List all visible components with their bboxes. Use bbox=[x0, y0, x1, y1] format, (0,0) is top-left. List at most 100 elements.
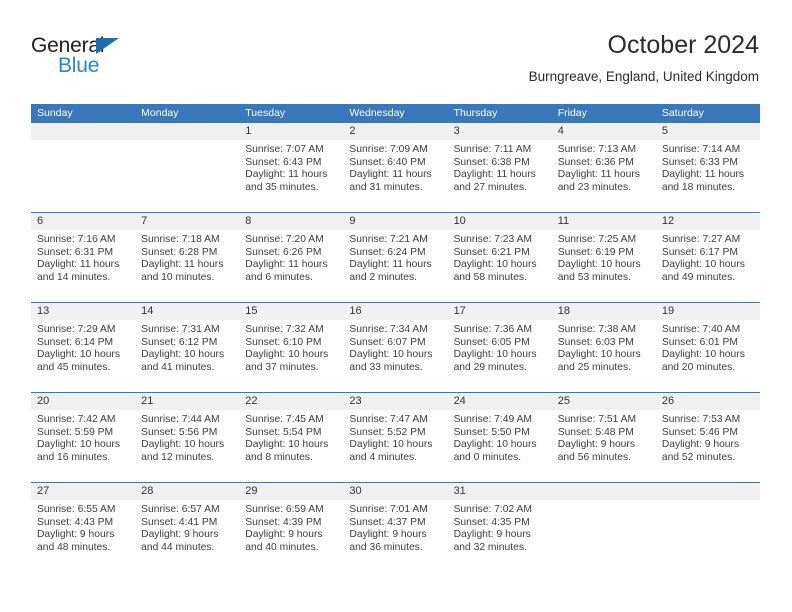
day-cell[interactable]: Sunrise: 7:49 AM Sunset: 5:50 PM Daylight:… bbox=[448, 410, 552, 482]
day-number[interactable]: 25 bbox=[552, 393, 656, 410]
day-detail-line: Daylight: 9 hours bbox=[661, 439, 740, 451]
day-detail-line: and 25 minutes. bbox=[557, 361, 631, 373]
day-number[interactable]: 9 bbox=[343, 213, 447, 230]
day-detail-line: Daylight: 11 hours bbox=[245, 169, 328, 181]
day-number[interactable]: 26 bbox=[656, 393, 760, 410]
day-cell[interactable]: Sunrise: 7:34 AM Sunset: 6:07 PM Daylight:… bbox=[343, 320, 447, 392]
day-number[interactable]: 7 bbox=[135, 213, 239, 230]
day-cell[interactable]: Sunrise: 7:53 AM Sunset: 5:46 PM Daylight:… bbox=[656, 410, 760, 482]
day-cell[interactable]: Sunrise: 7:44 AM Sunset: 5:56 PM Daylight:… bbox=[135, 410, 239, 482]
day-detail-line: and 53 minutes. bbox=[557, 271, 631, 283]
day-cell[interactable]: Sunrise: 6:55 AM Sunset: 4:43 PM Daylight:… bbox=[31, 500, 135, 572]
day-number[interactable]: 23 bbox=[343, 393, 447, 410]
day-detail-line: Sunset: 6:17 PM bbox=[661, 246, 738, 258]
day-detail-line: Sunset: 4:39 PM bbox=[245, 516, 322, 528]
day-cell[interactable]: Sunrise: 7:36 AM Sunset: 6:05 PM Daylight:… bbox=[448, 320, 552, 392]
day-detail-line: Sunset: 6:21 PM bbox=[453, 246, 530, 258]
day-number[interactable]: 5 bbox=[656, 123, 760, 140]
weekday-header-friday: Friday bbox=[557, 107, 587, 119]
day-number[interactable]: 6 bbox=[31, 213, 135, 230]
day-cell[interactable]: Sunrise: 7:11 AM Sunset: 6:38 PM Daylight:… bbox=[448, 140, 552, 212]
day-number[interactable]: 17 bbox=[448, 303, 552, 320]
day-cell[interactable]: Sunrise: 7:38 AM Sunset: 6:03 PM Daylight:… bbox=[552, 320, 656, 392]
day-cell[interactable]: Sunrise: 7:42 AM Sunset: 5:59 PM Daylight:… bbox=[31, 410, 135, 482]
day-cell[interactable]: Sunrise: 7:01 AM Sunset: 4:37 PM Daylight:… bbox=[343, 500, 447, 572]
day-number[interactable]: 4 bbox=[552, 123, 656, 140]
day-cell[interactable]: Sunrise: 7:51 AM Sunset: 5:48 PM Daylight:… bbox=[552, 410, 656, 482]
day-cell[interactable]: Sunrise: 7:18 AM Sunset: 6:28 PM Daylight:… bbox=[135, 230, 239, 302]
day-number[interactable]: 24 bbox=[448, 393, 552, 410]
day-cell[interactable]: Sunrise: 7:14 AM Sunset: 6:33 PM Daylight:… bbox=[656, 140, 760, 212]
day-detail-line: and 4 minutes. bbox=[349, 451, 417, 463]
day-cell[interactable]: Sunrise: 7:27 AM Sunset: 6:17 PM Daylight:… bbox=[656, 230, 760, 302]
day-number[interactable]: 2 bbox=[343, 123, 447, 140]
day-number[interactable]: 27 bbox=[31, 483, 135, 500]
day-cell[interactable]: Sunrise: 6:59 AM Sunset: 4:39 PM Daylight:… bbox=[239, 500, 343, 572]
day-cell-empty bbox=[31, 140, 135, 212]
day-detail-line: Daylight: 9 hours bbox=[141, 529, 219, 541]
general-blue-logo[interactable]: General Blue bbox=[31, 35, 211, 85]
day-detail-line: Sunrise: 7:38 AM bbox=[557, 324, 637, 335]
day-detail-line: Sunrise: 7:09 AM bbox=[349, 144, 428, 155]
day-cell[interactable]: Sunrise: 6:57 AM Sunset: 4:41 PM Daylight:… bbox=[135, 500, 239, 572]
day-cell-empty bbox=[656, 500, 760, 572]
day-number[interactable]: 8 bbox=[239, 213, 343, 230]
day-number[interactable]: 20 bbox=[31, 393, 135, 410]
day-detail-line: and 35 minutes. bbox=[245, 181, 319, 193]
day-cell[interactable]: Sunrise: 7:13 AM Sunset: 6:36 PM Daylight:… bbox=[552, 140, 656, 212]
weekday-header-saturday: Saturday bbox=[661, 107, 704, 119]
day-number[interactable]: 28 bbox=[135, 483, 239, 500]
day-number[interactable]: 10 bbox=[448, 213, 552, 230]
day-detail-line: Sunrise: 6:57 AM bbox=[141, 504, 220, 515]
day-cell[interactable]: Sunrise: 7:02 AM Sunset: 4:35 PM Daylight:… bbox=[448, 500, 552, 572]
day-number[interactable]: 11 bbox=[552, 213, 656, 230]
day-cell[interactable]: Sunrise: 7:29 AM Sunset: 6:14 PM Daylight:… bbox=[31, 320, 135, 392]
day-detail-line: Daylight: 9 hours bbox=[37, 529, 115, 541]
day-detail-line: Sunset: 6:10 PM bbox=[245, 336, 322, 348]
day-cell[interactable]: Sunrise: 7:45 AM Sunset: 5:54 PM Daylight:… bbox=[239, 410, 343, 482]
day-details-band: Sunrise: 7:42 AM Sunset: 5:59 PM Daylight:… bbox=[31, 410, 760, 482]
day-number[interactable]: 14 bbox=[135, 303, 239, 320]
day-number[interactable]: 19 bbox=[656, 303, 760, 320]
day-cell[interactable]: Sunrise: 7:16 AM Sunset: 6:31 PM Daylight:… bbox=[31, 230, 135, 302]
day-number[interactable]: 21 bbox=[135, 393, 239, 410]
day-detail-line: Sunset: 6:12 PM bbox=[141, 336, 218, 348]
day-number[interactable]: 30 bbox=[343, 483, 447, 500]
day-detail-line: Sunset: 6:07 PM bbox=[349, 336, 426, 348]
day-cell[interactable]: Sunrise: 7:40 AM Sunset: 6:01 PM Daylight:… bbox=[656, 320, 760, 392]
day-cell[interactable]: Sunrise: 7:21 AM Sunset: 6:24 PM Daylight:… bbox=[343, 230, 447, 302]
day-cell[interactable]: Sunrise: 7:09 AM Sunset: 6:40 PM Daylight:… bbox=[343, 140, 447, 212]
day-detail-line: and 14 minutes. bbox=[37, 271, 111, 283]
day-cell[interactable]: Sunrise: 7:20 AM Sunset: 6:26 PM Daylight:… bbox=[239, 230, 343, 302]
day-detail-line: Daylight: 11 hours bbox=[349, 169, 432, 181]
weekday-header-wednesday: Wednesday bbox=[349, 107, 405, 119]
day-number[interactable]: 18 bbox=[552, 303, 656, 320]
weekday-header-monday: Monday bbox=[141, 107, 179, 119]
day-number-empty bbox=[552, 483, 656, 500]
day-detail-line: Sunset: 6:36 PM bbox=[557, 156, 634, 168]
day-number[interactable]: 29 bbox=[239, 483, 343, 500]
day-number[interactable]: 16 bbox=[343, 303, 447, 320]
day-number[interactable]: 15 bbox=[239, 303, 343, 320]
day-cell[interactable]: Sunrise: 7:31 AM Sunset: 6:12 PM Daylight:… bbox=[135, 320, 239, 392]
day-detail-line: Sunset: 6:03 PM bbox=[557, 336, 634, 348]
day-number[interactable]: 12 bbox=[656, 213, 760, 230]
day-detail-line: Sunrise: 7:42 AM bbox=[37, 414, 116, 425]
day-detail-line: and 48 minutes. bbox=[37, 541, 111, 553]
day-detail-line: and 31 minutes. bbox=[349, 181, 423, 193]
day-number[interactable]: 1 bbox=[239, 123, 343, 140]
day-cell[interactable]: Sunrise: 7:23 AM Sunset: 6:21 PM Daylight:… bbox=[448, 230, 552, 302]
title-block: October 2024 Burngreave, England, United… bbox=[529, 30, 759, 87]
day-number[interactable]: 3 bbox=[448, 123, 552, 140]
day-detail-line: and 12 minutes. bbox=[141, 451, 215, 463]
day-detail-line: Daylight: 10 hours bbox=[661, 259, 745, 271]
day-number[interactable]: 13 bbox=[31, 303, 135, 320]
day-number[interactable]: 31 bbox=[448, 483, 552, 500]
day-cell[interactable]: Sunrise: 7:25 AM Sunset: 6:19 PM Daylight:… bbox=[552, 230, 656, 302]
day-cell[interactable]: Sunrise: 7:07 AM Sunset: 6:43 PM Daylight:… bbox=[239, 140, 343, 212]
day-cell[interactable]: Sunrise: 7:32 AM Sunset: 6:10 PM Daylight:… bbox=[239, 320, 343, 392]
day-detail-line: Sunrise: 7:07 AM bbox=[245, 144, 324, 155]
day-cell[interactable]: Sunrise: 7:47 AM Sunset: 5:52 PM Daylight:… bbox=[343, 410, 447, 482]
day-number[interactable]: 22 bbox=[239, 393, 343, 410]
day-details-band: Sunrise: 7:07 AM Sunset: 6:43 PM Daylight:… bbox=[31, 140, 760, 212]
